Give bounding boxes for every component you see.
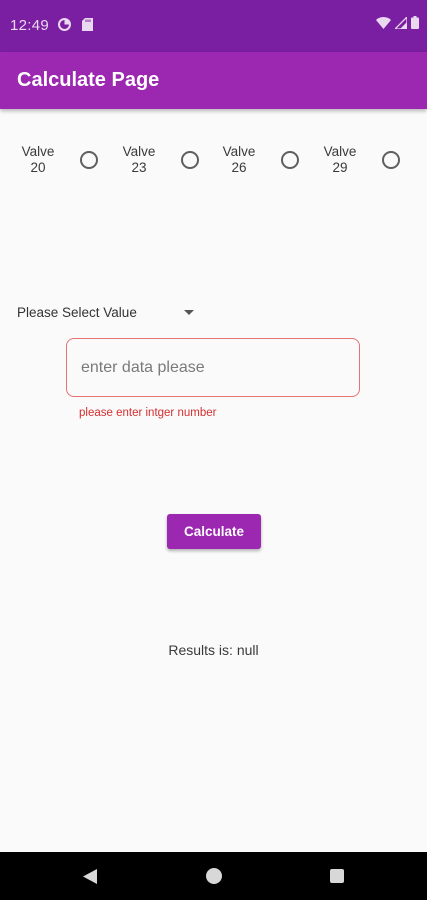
- recents-icon[interactable]: [330, 869, 344, 883]
- valve-20-radio[interactable]: [80, 151, 98, 169]
- valve-label-23: Valve 23: [117, 144, 161, 176]
- input-error-text: please enter intger number: [79, 407, 217, 419]
- dropdown-hint: Please Select Value: [17, 305, 137, 320]
- valve-label-20: Valve 20: [16, 144, 60, 176]
- data-input-container[interactable]: [66, 338, 360, 397]
- valve-label-number: 20: [30, 160, 46, 175]
- valve-29-radio[interactable]: [382, 151, 400, 169]
- calculate-screen: 12:49 Calculate Page Valve 20 Valve 23 V…: [0, 0, 427, 900]
- valve-label-text: Valve: [21, 144, 55, 159]
- valve-radio-group: Valve 20 Valve 23 Valve 26 Valve 29: [0, 144, 427, 184]
- valve-label-29: Valve 29: [318, 144, 362, 176]
- status-bar: 12:49: [0, 0, 427, 52]
- valve-23-radio[interactable]: [181, 151, 199, 169]
- valve-label-number: 23: [131, 160, 147, 175]
- wifi-icon: [376, 16, 391, 34]
- valve-26-radio[interactable]: [281, 151, 299, 169]
- app-bar: Calculate Page: [0, 52, 427, 109]
- navigation-bar: [0, 852, 427, 900]
- battery-icon: [411, 16, 419, 34]
- sd-card-icon: [82, 18, 95, 31]
- valve-label-26: Valve 26: [217, 144, 261, 176]
- valve-label-number: 29: [332, 160, 348, 175]
- result-text: Results is: null: [168, 642, 259, 658]
- page-title: Calculate Page: [17, 69, 160, 91]
- valve-label-text: Valve: [222, 144, 256, 159]
- valve-label-text: Valve: [323, 144, 357, 159]
- status-time: 12:49: [10, 17, 50, 34]
- value-dropdown[interactable]: Please Select Value: [17, 302, 207, 324]
- data-input[interactable]: [79, 355, 343, 381]
- arrow-drop-down-icon: [184, 310, 194, 315]
- data-saver-icon: [58, 18, 71, 31]
- signal-icon: [393, 15, 408, 34]
- status-icons: [376, 15, 419, 34]
- calculate-button[interactable]: Calculate: [167, 514, 261, 549]
- valve-label-text: Valve: [122, 144, 156, 159]
- valve-label-number: 26: [231, 160, 247, 175]
- back-icon[interactable]: [82, 868, 98, 890]
- home-icon[interactable]: [206, 868, 222, 884]
